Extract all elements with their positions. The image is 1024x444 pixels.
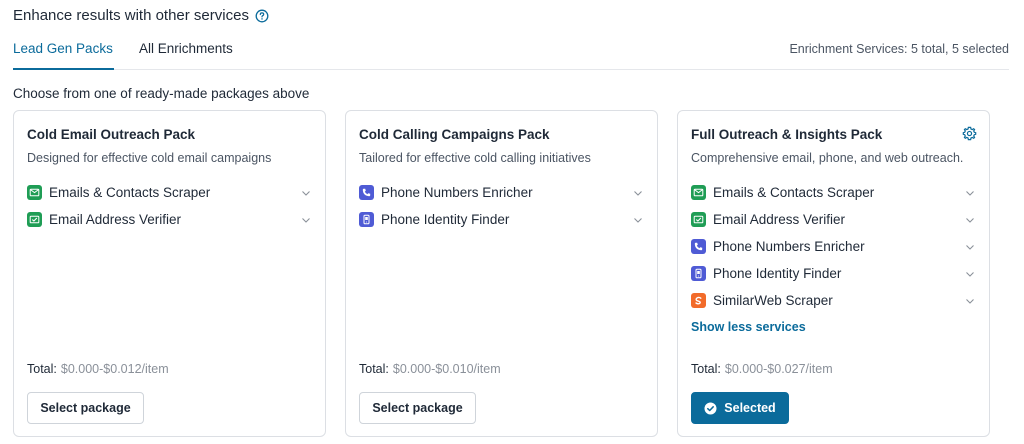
pack-card-cold-email: Cold Email Outreach Pack Designed for ef…: [13, 110, 326, 437]
service-label: Phone Numbers Enricher: [713, 239, 865, 254]
phone-icon: [359, 185, 374, 200]
service-item-similarweb-scraper[interactable]: SimilarWeb Scraper: [691, 287, 976, 314]
enrichment-services-summary: Enrichment Services: 5 total, 5 selected: [789, 42, 1009, 56]
pack-description: Tailored for effective cold calling init…: [359, 151, 591, 165]
total-label: Total:: [27, 362, 57, 376]
pack-title: Cold Calling Campaigns Pack: [359, 127, 550, 142]
chevron-down-icon[interactable]: [964, 295, 976, 307]
chevron-down-icon[interactable]: [964, 187, 976, 199]
show-less-services-link[interactable]: Show less services: [691, 320, 806, 334]
contact-card-icon: [27, 185, 42, 200]
pack-services-list: Phone Numbers Enricher Phone Identity Fi…: [359, 179, 644, 233]
chevron-down-icon[interactable]: [964, 268, 976, 280]
chevron-down-icon[interactable]: [964, 214, 976, 226]
pack-total: Total: $0.000-$0.010/item: [359, 362, 501, 376]
phone-icon: [691, 239, 706, 254]
tab-all-enrichments[interactable]: All Enrichments: [139, 40, 233, 70]
service-label: SimilarWeb Scraper: [713, 293, 833, 308]
service-item-email-address-verifier[interactable]: Email Address Verifier: [27, 206, 312, 233]
mobile-phone-icon: [691, 266, 706, 281]
pack-total: Total: $0.000-$0.027/item: [691, 362, 833, 376]
service-label: Phone Identity Finder: [381, 212, 510, 227]
pack-services-list: Emails & Contacts Scraper Email Address …: [27, 179, 312, 233]
service-item-phone-identity-finder[interactable]: Phone Identity Finder: [691, 260, 976, 287]
pack-title: Cold Email Outreach Pack: [27, 127, 196, 142]
chevron-down-icon[interactable]: [964, 241, 976, 253]
similarweb-icon: [691, 293, 706, 308]
pack-total: Total: $0.000-$0.012/item: [27, 362, 169, 376]
chevron-down-icon[interactable]: [300, 214, 312, 226]
choose-package-instruction: Choose from one of ready-made packages a…: [13, 86, 310, 101]
selected-label: Selected: [724, 401, 776, 415]
service-label: Email Address Verifier: [49, 212, 182, 227]
chevron-down-icon[interactable]: [632, 187, 644, 199]
email-verify-icon: [27, 212, 42, 227]
total-price: $0.000-$0.027/item: [724, 362, 833, 376]
pack-title: Full Outreach & Insights Pack: [691, 127, 883, 142]
pack-card-cold-calling: Cold Calling Campaigns Pack Tailored for…: [345, 110, 658, 437]
contact-card-icon: [691, 185, 706, 200]
chevron-down-icon[interactable]: [632, 214, 644, 226]
total-price: $0.000-$0.012/item: [60, 362, 169, 376]
service-label: Phone Identity Finder: [713, 266, 842, 281]
check-circle-icon: [704, 402, 717, 414]
email-verify-icon: [691, 212, 706, 227]
section-title: Enhance results with other services: [13, 7, 249, 24]
chevron-down-icon[interactable]: [300, 187, 312, 199]
total-price: $0.000-$0.010/item: [392, 362, 501, 376]
service-item-email-address-verifier[interactable]: Email Address Verifier: [691, 206, 976, 233]
service-item-phone-numbers-enricher[interactable]: Phone Numbers Enricher: [359, 179, 644, 206]
pack-description: Comprehensive email, phone, and web outr…: [691, 151, 964, 165]
section-heading: Enhance results with other services: [13, 7, 269, 24]
mobile-phone-icon: [359, 212, 374, 227]
select-package-button[interactable]: Select package: [27, 392, 144, 424]
service-label: Emails & Contacts Scraper: [713, 185, 875, 200]
pack-card-full-outreach: Full Outreach & Insights Pack Comprehens…: [677, 110, 990, 437]
select-package-button[interactable]: Select package: [359, 392, 476, 424]
service-label: Email Address Verifier: [713, 212, 846, 227]
total-label: Total:: [691, 362, 721, 376]
selected-package-button[interactable]: Selected: [691, 392, 789, 424]
service-item-phone-identity-finder[interactable]: Phone Identity Finder: [359, 206, 644, 233]
service-item-emails-contacts-scraper[interactable]: Emails & Contacts Scraper: [27, 179, 312, 206]
question-circle-icon[interactable]: [255, 9, 269, 23]
service-label: Emails & Contacts Scraper: [49, 185, 211, 200]
service-label: Phone Numbers Enricher: [381, 185, 533, 200]
pack-services-list: Emails & Contacts Scraper Email Address …: [691, 179, 976, 314]
service-item-emails-contacts-scraper[interactable]: Emails & Contacts Scraper: [691, 179, 976, 206]
service-item-phone-numbers-enricher[interactable]: Phone Numbers Enricher: [691, 233, 976, 260]
tab-bar: Lead Gen Packs All Enrichments Enrichmen…: [13, 40, 1009, 70]
tab-lead-gen-packs[interactable]: Lead Gen Packs: [13, 40, 114, 70]
total-label: Total:: [359, 362, 389, 376]
gear-icon[interactable]: [962, 126, 977, 141]
pack-description: Designed for effective cold email campai…: [27, 151, 272, 165]
